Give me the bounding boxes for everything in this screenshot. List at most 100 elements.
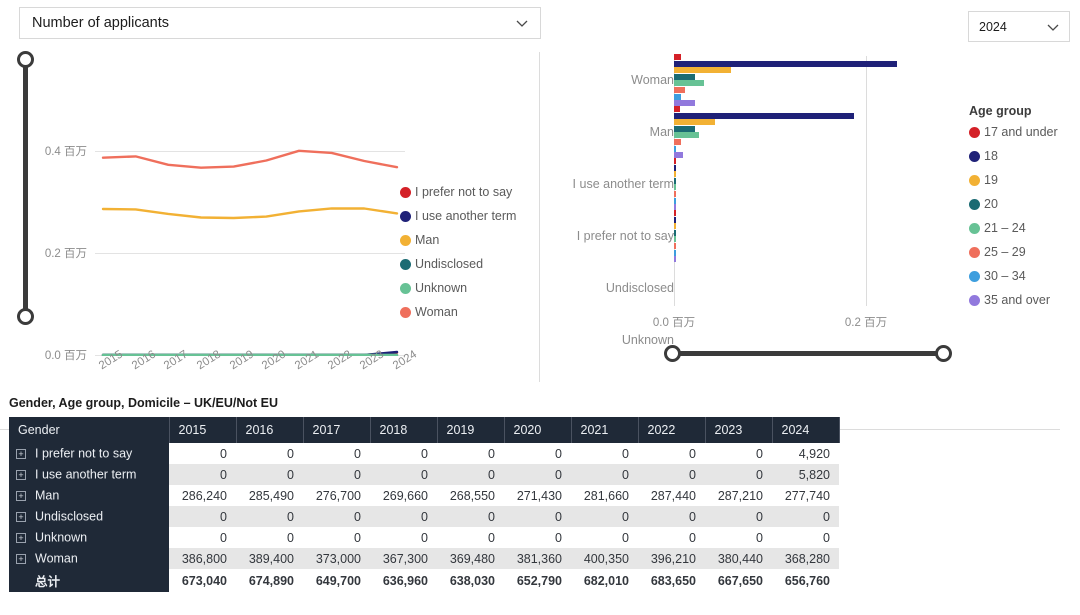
bar-segment[interactable] bbox=[674, 164, 676, 171]
table-row-header[interactable]: + I prefer not to say bbox=[9, 443, 169, 464]
table-cell: 0 bbox=[571, 527, 638, 548]
table-cell: 636,960 bbox=[370, 569, 437, 592]
plus-box-icon[interactable]: + bbox=[16, 469, 26, 480]
bar-segment[interactable] bbox=[674, 171, 676, 178]
bar-segment[interactable] bbox=[674, 197, 676, 204]
table-cell: 0 bbox=[370, 443, 437, 464]
bar-segment[interactable] bbox=[674, 236, 676, 243]
legend-item[interactable]: Undisclosed bbox=[400, 252, 535, 276]
legend-item[interactable]: 25 – 29 bbox=[969, 240, 1079, 264]
bar-segment[interactable] bbox=[674, 93, 682, 100]
table-row-label: I prefer not to say bbox=[35, 446, 133, 461]
plus-box-icon[interactable]: + bbox=[16, 448, 26, 459]
table-col-header-year[interactable]: 2019 bbox=[437, 417, 505, 443]
table-col-header-year[interactable]: 2023 bbox=[705, 417, 773, 443]
table-row-header[interactable]: + Man bbox=[9, 485, 169, 506]
table-col-header-year[interactable]: 2021 bbox=[571, 417, 639, 443]
bar-segment[interactable] bbox=[674, 67, 732, 74]
legend-item[interactable]: 18 bbox=[969, 144, 1079, 168]
bar-segment[interactable] bbox=[674, 125, 695, 132]
table-cell: 269,660 bbox=[370, 485, 437, 506]
bar-segment[interactable] bbox=[674, 132, 700, 139]
bar-segment[interactable] bbox=[674, 158, 676, 164]
table-cell: 0 bbox=[303, 443, 370, 464]
plus-box-icon[interactable]: + bbox=[16, 553, 26, 564]
bar-segment[interactable] bbox=[674, 243, 676, 249]
table-cell: 0 bbox=[772, 506, 839, 527]
table-cell: 0 bbox=[772, 527, 839, 548]
bar-segment[interactable] bbox=[674, 139, 682, 145]
table-cell: 0 bbox=[638, 443, 705, 464]
table-cell: 0 bbox=[236, 464, 303, 485]
bar-segment[interactable] bbox=[674, 216, 676, 223]
table-cell: 0 bbox=[303, 527, 370, 548]
table-col-header-year[interactable]: 2017 bbox=[303, 417, 371, 443]
legend-item[interactable]: Woman bbox=[400, 300, 535, 324]
table-row: + Man 286,240 285,490 276,700 269,660 268,550 2… bbox=[9, 485, 839, 506]
table-cell: 0 bbox=[571, 506, 638, 527]
table-row-header[interactable]: + I use another term bbox=[9, 464, 169, 485]
table-cell: 0 bbox=[437, 464, 504, 485]
bar-segment[interactable] bbox=[674, 210, 676, 216]
legend-item[interactable]: I prefer not to say bbox=[400, 180, 535, 204]
legend-item[interactable]: 30 – 34 bbox=[969, 264, 1079, 288]
year-dropdown[interactable]: 2024 bbox=[968, 11, 1070, 42]
table-col-header-year[interactable]: 2022 bbox=[638, 417, 706, 443]
legend-color-swatch bbox=[969, 270, 980, 282]
bar-segment[interactable] bbox=[674, 60, 897, 67]
legend-item[interactable]: Man bbox=[400, 228, 535, 252]
bar-segment[interactable] bbox=[674, 119, 715, 126]
legend-item[interactable]: 35 and over bbox=[969, 288, 1079, 312]
legend-color-swatch bbox=[969, 126, 980, 138]
bar-segment[interactable] bbox=[674, 177, 676, 184]
table-row-header[interactable]: + Unknown bbox=[9, 527, 169, 548]
bar-segment[interactable] bbox=[674, 145, 677, 152]
table-cell: 0 bbox=[705, 443, 772, 464]
plus-box-icon[interactable]: + bbox=[16, 532, 26, 543]
table-cell: 638,030 bbox=[437, 569, 504, 592]
legend-item[interactable]: 17 and under bbox=[969, 120, 1079, 144]
legend-item[interactable]: I use another term bbox=[400, 204, 535, 228]
bar-segment[interactable] bbox=[674, 54, 682, 60]
table-cell: 0 bbox=[236, 527, 303, 548]
bar-segment[interactable] bbox=[674, 73, 695, 80]
legend-item[interactable]: Unknown bbox=[400, 276, 535, 300]
bar-segment[interactable] bbox=[674, 249, 676, 256]
bar-segment[interactable] bbox=[674, 229, 676, 236]
legend-item[interactable]: 19 bbox=[969, 168, 1079, 192]
bar-segment[interactable] bbox=[674, 87, 686, 93]
bar-segment[interactable] bbox=[674, 184, 676, 191]
table-row-header[interactable]: 总计 bbox=[9, 569, 169, 592]
bar-segment[interactable] bbox=[674, 80, 705, 87]
measure-dropdown[interactable]: Number of applicants bbox=[19, 7, 541, 39]
bar-segment[interactable] bbox=[674, 112, 855, 119]
plus-box-icon[interactable]: + bbox=[16, 490, 26, 501]
line-chart-y-range-slider[interactable] bbox=[13, 51, 37, 325]
legend-item[interactable]: 20 bbox=[969, 192, 1079, 216]
bar-segment[interactable] bbox=[674, 256, 676, 263]
legend-item[interactable]: 21 – 24 bbox=[969, 216, 1079, 240]
table-col-header-year[interactable]: 2015 bbox=[169, 417, 237, 443]
bar-segment[interactable] bbox=[674, 223, 676, 230]
table-col-header-year[interactable]: 2020 bbox=[504, 417, 572, 443]
legend-item-label: 35 and over bbox=[984, 293, 1051, 307]
slider-handle-min[interactable] bbox=[664, 345, 681, 362]
table-col-header-year[interactable]: 2018 bbox=[370, 417, 438, 443]
bar-chart-x-range-slider[interactable] bbox=[664, 341, 952, 365]
table-row-header[interactable]: + Woman bbox=[9, 548, 169, 569]
slider-handle-min[interactable] bbox=[17, 308, 34, 325]
slider-handle-max[interactable] bbox=[17, 51, 34, 68]
table-col-header-year[interactable]: 2016 bbox=[236, 417, 304, 443]
legend-color-swatch bbox=[969, 174, 980, 186]
table-title: Gender, Age group, Domicile – UK/EU/Not … bbox=[9, 396, 279, 410]
legend-color-swatch bbox=[400, 234, 411, 246]
plus-box-icon[interactable]: + bbox=[16, 511, 26, 522]
table-col-header-year[interactable]: 2024 bbox=[772, 417, 840, 443]
bar-segment[interactable] bbox=[674, 106, 681, 112]
bar-segment[interactable] bbox=[674, 191, 676, 197]
table-row-header[interactable]: + Undisclosed bbox=[9, 506, 169, 527]
slider-handle-max[interactable] bbox=[935, 345, 952, 362]
table-col-header-gender[interactable]: Gender bbox=[9, 417, 170, 443]
toolbar: Number of applicants 2024 bbox=[0, 0, 1080, 46]
table-cell: 0 bbox=[303, 506, 370, 527]
